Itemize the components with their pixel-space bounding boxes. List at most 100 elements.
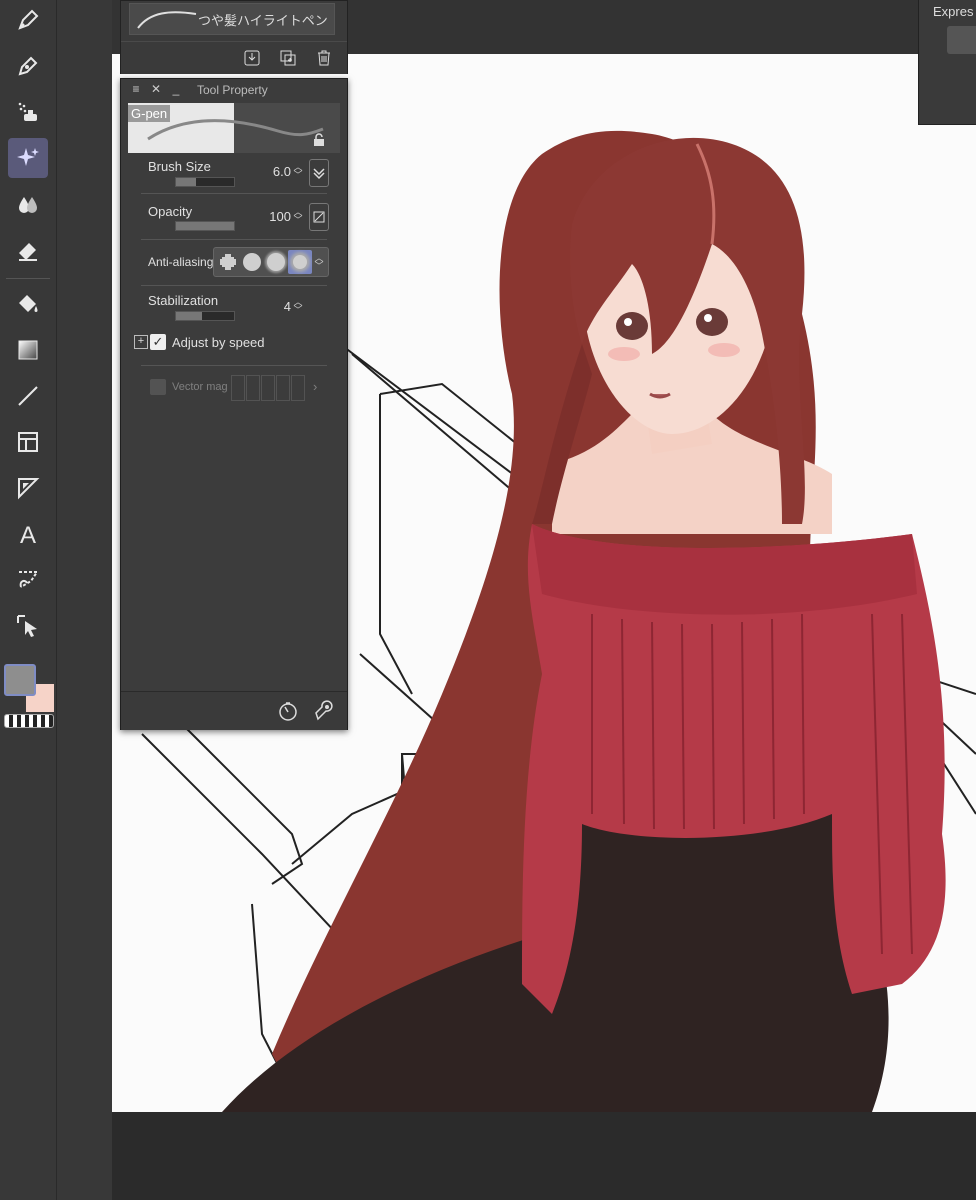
pressure-icon: [313, 168, 325, 180]
anti-aliasing-selector: ︿ ﹀: [213, 247, 329, 277]
brush-stroke-preview-icon: [137, 11, 197, 29]
transparent-color-swatch[interactable]: [4, 714, 54, 728]
brush-size-fill: [176, 178, 197, 186]
gradient-icon: [18, 340, 38, 360]
tool-palette: A: [0, 0, 57, 1200]
brush-size-spinner[interactable]: ︿ ﹀: [293, 163, 303, 180]
aa-weak-icon: [243, 253, 261, 271]
opacity-value[interactable]: 100: [255, 209, 291, 224]
vector-magnet-level[interactable]: [291, 375, 305, 401]
stabilization-value[interactable]: 4: [255, 299, 291, 314]
divider: [141, 365, 327, 366]
eraser-icon: [19, 243, 37, 261]
brush-size-label: Brush Size: [148, 159, 211, 174]
main-color-swatch[interactable]: [4, 664, 36, 696]
sub-tool-footer: [121, 41, 347, 74]
brush-list-item[interactable]: つや髪ハイライトペン: [129, 3, 335, 35]
adjust-by-speed-label: Adjust by speed: [172, 335, 265, 350]
aa-medium-option[interactable]: [264, 250, 288, 274]
menu-icon[interactable]: ≡: [129, 82, 143, 96]
blend-tool[interactable]: [8, 184, 48, 224]
divider: [141, 239, 327, 240]
tool-property-footer: [121, 691, 347, 730]
brush-size-value[interactable]: 6.0: [255, 164, 291, 179]
aa-weak-option[interactable]: [240, 250, 264, 274]
chevron-right-icon[interactable]: ›: [313, 379, 317, 394]
aa-spinner[interactable]: ︿ ﹀: [314, 254, 324, 271]
drops-icon: [19, 197, 37, 213]
adjust-by-speed-checkbox[interactable]: ✓: [150, 334, 166, 350]
opacity-fill: [176, 222, 234, 230]
airbrush-icon: [18, 102, 37, 121]
pen-nib-icon: [18, 9, 39, 30]
bottom-bar: [112, 1112, 976, 1200]
anti-aliasing-label: Anti-aliasing: [148, 255, 214, 269]
operation-tool[interactable]: [8, 606, 48, 646]
opacity-slider[interactable]: [175, 221, 235, 231]
vector-magnet-level[interactable]: [246, 375, 260, 401]
line-icon: [18, 386, 38, 406]
brush-size-slider[interactable]: [175, 177, 235, 187]
expression-color-label: Expres: [933, 4, 974, 19]
divider: [141, 285, 327, 286]
workspace-gutter: [56, 0, 112, 1200]
expression-color-select[interactable]: [947, 26, 976, 54]
lock-icon[interactable]: [312, 133, 326, 147]
tool-property-panel: ≡ ✕ _ Tool Property G-pen Brush Size 6.0…: [120, 78, 348, 730]
text-icon: A: [20, 522, 36, 547]
pencil-tool[interactable]: [8, 46, 48, 86]
aa-none-icon: [220, 254, 236, 270]
pen-tool[interactable]: [8, 0, 48, 40]
aa-medium-icon: [267, 253, 285, 271]
tool-property-header: ≡ ✕ _ Tool Property: [121, 79, 347, 101]
sub-tool-panel: つや髪ハイライトペン: [120, 0, 348, 74]
duplicate-icon[interactable]: [277, 47, 299, 69]
eraser-tool[interactable]: [8, 230, 48, 270]
select-arrow-icon: [17, 615, 37, 637]
lasso-tool[interactable]: [8, 560, 48, 600]
svg-text:A: A: [20, 522, 36, 547]
import-icon[interactable]: [241, 47, 263, 69]
vector-magnet-label: Vector mag: [172, 381, 228, 393]
ruler-tool[interactable]: [8, 468, 48, 508]
lasso-icon: [19, 571, 39, 588]
vector-magnet-checkbox[interactable]: [150, 379, 166, 395]
decoration-tool[interactable]: [8, 138, 48, 178]
stabilization-spinner[interactable]: ︿ ﹀: [293, 298, 303, 315]
pressure-toggle-button[interactable]: [309, 159, 329, 187]
no-pressure-icon: [313, 211, 325, 223]
divider: [141, 193, 327, 194]
settings-dial-icon[interactable]: [277, 700, 299, 722]
trash-icon[interactable]: [313, 47, 335, 69]
pencil-icon: [18, 56, 38, 76]
expression-color-panel: Expres: [918, 0, 976, 125]
frame-icon: [18, 432, 38, 452]
fill-tool[interactable]: [8, 284, 48, 324]
aa-none-option[interactable]: [216, 250, 240, 274]
figure-tool[interactable]: [8, 376, 48, 416]
stabilization-fill: [176, 312, 203, 320]
expand-plus-icon[interactable]: +: [134, 335, 148, 349]
text-tool[interactable]: A: [8, 514, 48, 554]
tool-separator: [6, 278, 50, 279]
minimize-icon[interactable]: _: [169, 82, 183, 96]
sparkle-icon: [17, 148, 39, 166]
opacity-spinner[interactable]: ︿ ﹀: [293, 208, 303, 225]
brush-name: つや髪ハイライトペン: [198, 14, 328, 29]
gradient-tool[interactable]: [8, 330, 48, 370]
airbrush-tool[interactable]: [8, 92, 48, 132]
preview-brush-label: G-pen: [128, 105, 171, 122]
wrench-icon[interactable]: [313, 700, 335, 722]
aa-strong-icon: [293, 255, 307, 269]
vector-magnet-level[interactable]: [231, 375, 245, 401]
opacity-label: Opacity: [148, 204, 193, 219]
stabilization-slider[interactable]: [175, 311, 235, 321]
vector-magnet-level[interactable]: [261, 375, 275, 401]
brush-preview[interactable]: G-pen: [128, 103, 340, 153]
opacity-pressure-button[interactable]: [309, 203, 329, 231]
vector-magnet-level[interactable]: [276, 375, 290, 401]
frame-border-tool[interactable]: [8, 422, 48, 462]
close-icon[interactable]: ✕: [149, 82, 163, 96]
aa-strong-option[interactable]: [288, 250, 312, 274]
stabilization-label: Stabilization: [148, 293, 219, 308]
